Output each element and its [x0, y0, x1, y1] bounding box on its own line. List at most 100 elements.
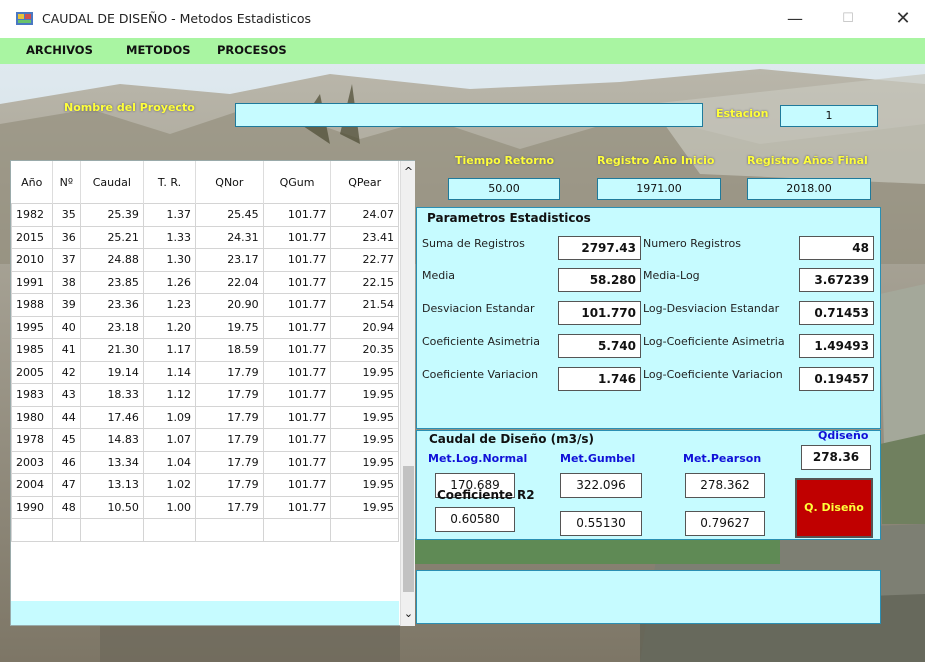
log-skew-value[interactable]: 1.49493 [799, 334, 874, 358]
cell-number[interactable]: 36 [52, 225, 81, 249]
cell-flow[interactable]: 25.21 [79, 225, 144, 249]
cell-qgum[interactable]: 101.77 [262, 495, 332, 519]
cell-year[interactable]: 2004 [10, 473, 54, 497]
cell-qnor[interactable]: 17.79 [195, 383, 264, 407]
table-row[interactable]: 1991 38 23.85 1.26 22.04 101.77 22.15 [10, 270, 399, 294]
cell-return-period[interactable]: 1.04 [142, 450, 197, 474]
cell-qgum[interactable] [262, 518, 332, 542]
cell-qpear[interactable]: 24.07 [330, 203, 399, 227]
cell-qnor[interactable]: 17.79 [195, 473, 264, 497]
menu-metodos[interactable]: METODOS [126, 43, 191, 57]
cell-flow[interactable]: 23.85 [79, 270, 144, 294]
cell-qgum[interactable]: 101.77 [262, 203, 332, 227]
cell-year[interactable]: 1980 [10, 405, 54, 429]
cell-qgum[interactable]: 101.77 [262, 360, 332, 384]
cell-return-period[interactable]: 1.26 [142, 270, 197, 294]
cell-flow[interactable]: 21.30 [79, 338, 144, 362]
cell-qnor[interactable] [195, 518, 264, 542]
cell-year[interactable]: 1982 [10, 203, 54, 227]
log-std-dev-value[interactable]: 0.71453 [799, 301, 874, 325]
cell-year[interactable]: 1991 [10, 270, 54, 294]
cell-qnor[interactable]: 17.79 [195, 450, 264, 474]
cv-value[interactable]: 1.746 [558, 367, 641, 391]
cell-year[interactable]: 1978 [10, 428, 54, 452]
scroll-up-icon[interactable]: ^ [403, 165, 414, 178]
cell-number[interactable]: 35 [52, 203, 81, 227]
table-row[interactable]: 2010 37 24.88 1.30 23.17 101.77 22.77 [10, 248, 399, 272]
cell-year[interactable]: 1988 [10, 293, 54, 317]
cell-flow[interactable]: 10.50 [79, 495, 144, 519]
cell-return-period[interactable]: 1.02 [142, 473, 197, 497]
cell-flow[interactable]: 17.46 [79, 405, 144, 429]
col-header-year[interactable]: Año [11, 161, 54, 204]
table-row[interactable]: 1980 44 17.46 1.09 17.79 101.77 19.95 [10, 405, 399, 429]
cell-qgum[interactable]: 101.77 [262, 428, 332, 452]
cell-return-period[interactable]: 1.17 [142, 338, 197, 362]
q-design-button[interactable]: Q. Diseño [795, 478, 873, 538]
maximize-button[interactable]: ☐ [825, 4, 871, 34]
cell-return-period[interactable]: 1.33 [142, 225, 197, 249]
cell-flow[interactable]: 14.83 [79, 428, 144, 452]
cell-flow[interactable]: 13.34 [79, 450, 144, 474]
menu-procesos[interactable]: PROCESOS [217, 43, 287, 57]
cell-number[interactable]: 41 [52, 338, 81, 362]
cell-flow[interactable] [79, 518, 144, 542]
cell-number[interactable]: 40 [52, 315, 81, 339]
cell-qgum[interactable]: 101.77 [262, 248, 332, 272]
cell-qnor[interactable]: 22.04 [195, 270, 264, 294]
cell-year[interactable]: 1995 [10, 315, 54, 339]
table-row[interactable] [10, 518, 399, 542]
num-records-value[interactable]: 48 [799, 236, 874, 260]
table-row[interactable]: 1990 48 10.50 1.00 17.79 101.77 19.95 [10, 495, 399, 519]
r2-gumbel-value[interactable]: 0.55130 [560, 511, 642, 536]
cell-year[interactable]: 2010 [10, 248, 54, 272]
cell-qgum[interactable]: 101.77 [262, 473, 332, 497]
cell-qpear[interactable]: 22.15 [330, 270, 399, 294]
data-grid[interactable]: Año Nº Caudal T. R. QNor QGum QPear 1982… [10, 160, 415, 626]
cell-qgum[interactable]: 101.77 [262, 225, 332, 249]
station-field[interactable]: 1 [780, 105, 878, 127]
cell-qgum[interactable]: 101.77 [262, 450, 332, 474]
cell-qpear[interactable] [330, 518, 399, 542]
end-year-field[interactable]: 2018.00 [747, 178, 871, 200]
col-header-qnor[interactable]: QNor [195, 161, 264, 204]
cell-return-period[interactable]: 1.20 [142, 315, 197, 339]
cell-qnor[interactable]: 20.90 [195, 293, 264, 317]
cell-return-period[interactable]: 1.23 [142, 293, 197, 317]
cell-qnor[interactable]: 17.79 [195, 405, 264, 429]
close-button[interactable]: ✕ [880, 4, 925, 34]
cell-number[interactable]: 46 [52, 450, 81, 474]
table-row[interactable]: 1983 43 18.33 1.12 17.79 101.77 19.95 [10, 383, 399, 407]
start-year-field[interactable]: 1971.00 [597, 178, 721, 200]
cell-number[interactable]: 39 [52, 293, 81, 317]
cell-number[interactable]: 44 [52, 405, 81, 429]
cell-qpear[interactable]: 20.35 [330, 338, 399, 362]
cell-qnor[interactable]: 19.75 [195, 315, 264, 339]
table-row[interactable]: 2004 47 13.13 1.02 17.79 101.77 19.95 [10, 473, 399, 497]
cell-number[interactable]: 43 [52, 383, 81, 407]
cell-qnor[interactable]: 24.31 [195, 225, 264, 249]
cell-number[interactable]: 37 [52, 248, 81, 272]
cell-flow[interactable]: 25.39 [79, 203, 144, 227]
qdesign-value[interactable]: 278.36 [801, 445, 871, 470]
scroll-down-icon[interactable]: ⌄ [403, 607, 414, 620]
table-row[interactable]: 2003 46 13.34 1.04 17.79 101.77 19.95 [10, 450, 399, 474]
cell-return-period[interactable]: 1.09 [142, 405, 197, 429]
menu-archivos[interactable]: ARCHIVOS [26, 43, 93, 57]
cell-number[interactable]: 47 [52, 473, 81, 497]
log-cv-value[interactable]: 0.19457 [799, 367, 874, 391]
cell-qgum[interactable]: 101.77 [262, 338, 332, 362]
cell-flow[interactable]: 19.14 [79, 360, 144, 384]
table-row[interactable]: 2005 42 19.14 1.14 17.79 101.77 19.95 [10, 360, 399, 384]
pearson-value[interactable]: 278.362 [685, 473, 765, 498]
cell-year[interactable]: 2003 [10, 450, 54, 474]
cell-return-period[interactable] [142, 518, 197, 542]
skew-value[interactable]: 5.740 [558, 334, 641, 358]
cell-qpear[interactable]: 19.95 [330, 383, 399, 407]
std-dev-value[interactable]: 101.770 [558, 301, 641, 325]
cell-return-period[interactable]: 1.37 [142, 203, 197, 227]
cell-flow[interactable]: 23.36 [79, 293, 144, 317]
minimize-button[interactable]: — [772, 4, 818, 34]
cell-number[interactable] [52, 518, 81, 542]
cell-qnor[interactable]: 17.79 [195, 428, 264, 452]
